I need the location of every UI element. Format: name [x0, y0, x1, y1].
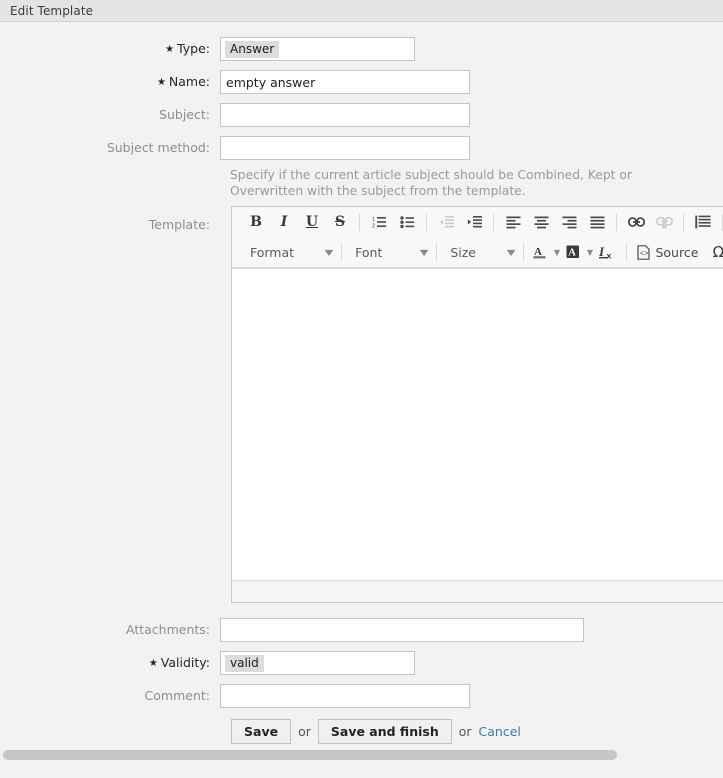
- unlink-icon: [650, 210, 678, 234]
- underline-icon[interactable]: U: [298, 210, 326, 234]
- toolbar-separator: [493, 213, 494, 231]
- label-subject: Subject:: [159, 107, 210, 122]
- label-type: ★ Type:: [165, 41, 210, 56]
- align-right-icon[interactable]: [555, 210, 583, 234]
- size-dropdown[interactable]: Size ▼: [442, 241, 518, 263]
- required-star-icon: ★: [165, 44, 175, 55]
- subject-method-help-text: Specify if the current article subject s…: [230, 168, 632, 198]
- chevron-down-icon: ▼: [507, 247, 516, 257]
- toolbar-separator: [426, 213, 427, 231]
- or-separator: or: [458, 724, 472, 739]
- validity-selected-chip[interactable]: valid: [225, 654, 264, 672]
- indent-icon[interactable]: [460, 210, 488, 234]
- label-name: ★ Name:: [156, 74, 210, 89]
- attachments-input[interactable]: [220, 618, 584, 642]
- editor-content-area[interactable]: [232, 268, 723, 580]
- background-color-chevron-down-icon[interactable]: ▼: [584, 240, 595, 264]
- font-dropdown[interactable]: Font ▼: [347, 241, 431, 263]
- cancel-link[interactable]: Cancel: [479, 724, 521, 739]
- numbered-list-icon[interactable]: 1 2: [365, 210, 393, 234]
- horizontal-scrollbar[interactable]: [0, 748, 723, 762]
- window-title: Edit Template: [10, 3, 94, 18]
- outdent-icon: [432, 210, 460, 234]
- editor-toolbar-row-2: Format ▼ Font ▼ Size ▼ A ▼ A ▼ I x <> So…: [232, 237, 723, 268]
- svg-text:A: A: [569, 248, 577, 259]
- format-dropdown[interactable]: Format ▼: [242, 241, 336, 263]
- form-row-name: ★ Name:: [0, 70, 723, 94]
- toolbar-separator: [341, 243, 343, 261]
- bulleted-list-icon[interactable]: [393, 210, 421, 234]
- source-page-icon: <>: [637, 244, 651, 260]
- strikethrough-icon[interactable]: S: [326, 210, 354, 234]
- label-template: Template:: [148, 217, 210, 232]
- chevron-down-icon: ▼: [324, 247, 334, 257]
- toolbar-separator: [359, 213, 360, 231]
- source-label: Source: [655, 244, 699, 260]
- save-button[interactable]: Save: [231, 719, 292, 744]
- align-left-icon[interactable]: [499, 210, 527, 234]
- svg-text:2: 2: [372, 224, 375, 230]
- align-center-icon[interactable]: [527, 210, 555, 234]
- label-comment: Comment:: [144, 688, 210, 703]
- link-icon[interactable]: [622, 210, 650, 234]
- form-row-subject: Subject:: [0, 103, 723, 127]
- toolbar-separator: [436, 243, 438, 261]
- horizontal-scrollbar-thumb[interactable]: [3, 750, 617, 760]
- chevron-down-icon: ▼: [419, 247, 429, 257]
- svg-text:I: I: [599, 244, 605, 259]
- editor-status-bar: [232, 580, 723, 602]
- form-row-type: ★ Type: Answer: [0, 37, 723, 61]
- blockquote-icon[interactable]: [689, 210, 717, 234]
- special-character-icon[interactable]: Ω: [703, 240, 723, 264]
- background-color-icon[interactable]: A: [562, 240, 584, 264]
- required-star-icon: ★: [156, 77, 166, 88]
- label-validity: ★ Validity:: [148, 655, 210, 670]
- or-separator: or: [298, 724, 311, 739]
- validity-select[interactable]: valid: [220, 651, 415, 675]
- label-subject-method: Subject method:: [106, 140, 210, 155]
- text-color-chevron-down-icon[interactable]: ▼: [551, 240, 562, 264]
- edit-template-form: ★Type: Answer ★Name: Subject: Subject me…: [0, 22, 723, 766]
- name-input[interactable]: [220, 70, 470, 94]
- type-select[interactable]: Answer: [220, 37, 415, 61]
- form-row-subject-method: Subject method:: [0, 136, 723, 160]
- toolbar-separator: [626, 243, 628, 261]
- toolbar-separator: [683, 213, 684, 231]
- remove-format-icon[interactable]: I x: [595, 240, 621, 264]
- label-attachments: Attachments:: [125, 622, 210, 637]
- text-color-icon[interactable]: A: [529, 240, 551, 264]
- svg-text:1: 1: [372, 217, 375, 223]
- toolbar-separator: [616, 213, 617, 231]
- italic-icon[interactable]: I: [270, 210, 298, 234]
- align-justify-icon[interactable]: [583, 210, 611, 234]
- editor-toolbar-row-1: B I U S 1 2: [232, 207, 723, 237]
- form-row-validity: ★ Validity: valid: [0, 651, 723, 675]
- subject-method-input[interactable]: [220, 136, 470, 160]
- type-selected-chip[interactable]: Answer: [225, 40, 280, 58]
- window-header: Edit Template: [0, 0, 723, 22]
- svg-text:<>: <>: [640, 250, 648, 258]
- comment-input[interactable]: [220, 684, 470, 708]
- subject-input[interactable]: [220, 103, 470, 127]
- form-row-comment: Comment:: [0, 684, 723, 708]
- save-and-finish-button[interactable]: Save and finish: [317, 719, 452, 744]
- required-star-icon: ★: [148, 658, 158, 669]
- bold-icon[interactable]: B: [242, 210, 270, 234]
- toolbar-separator: [523, 243, 525, 261]
- rich-text-editor: B I U S 1 2 Format ▼ Font ▼ Size ▼ A ▼ A…: [231, 206, 723, 603]
- form-actions: Save or Save and finish or Cancel: [231, 719, 723, 744]
- source-button[interactable]: <> Source: [632, 240, 703, 264]
- form-row-attachments: Attachments:: [0, 618, 723, 642]
- svg-text:x: x: [607, 251, 612, 261]
